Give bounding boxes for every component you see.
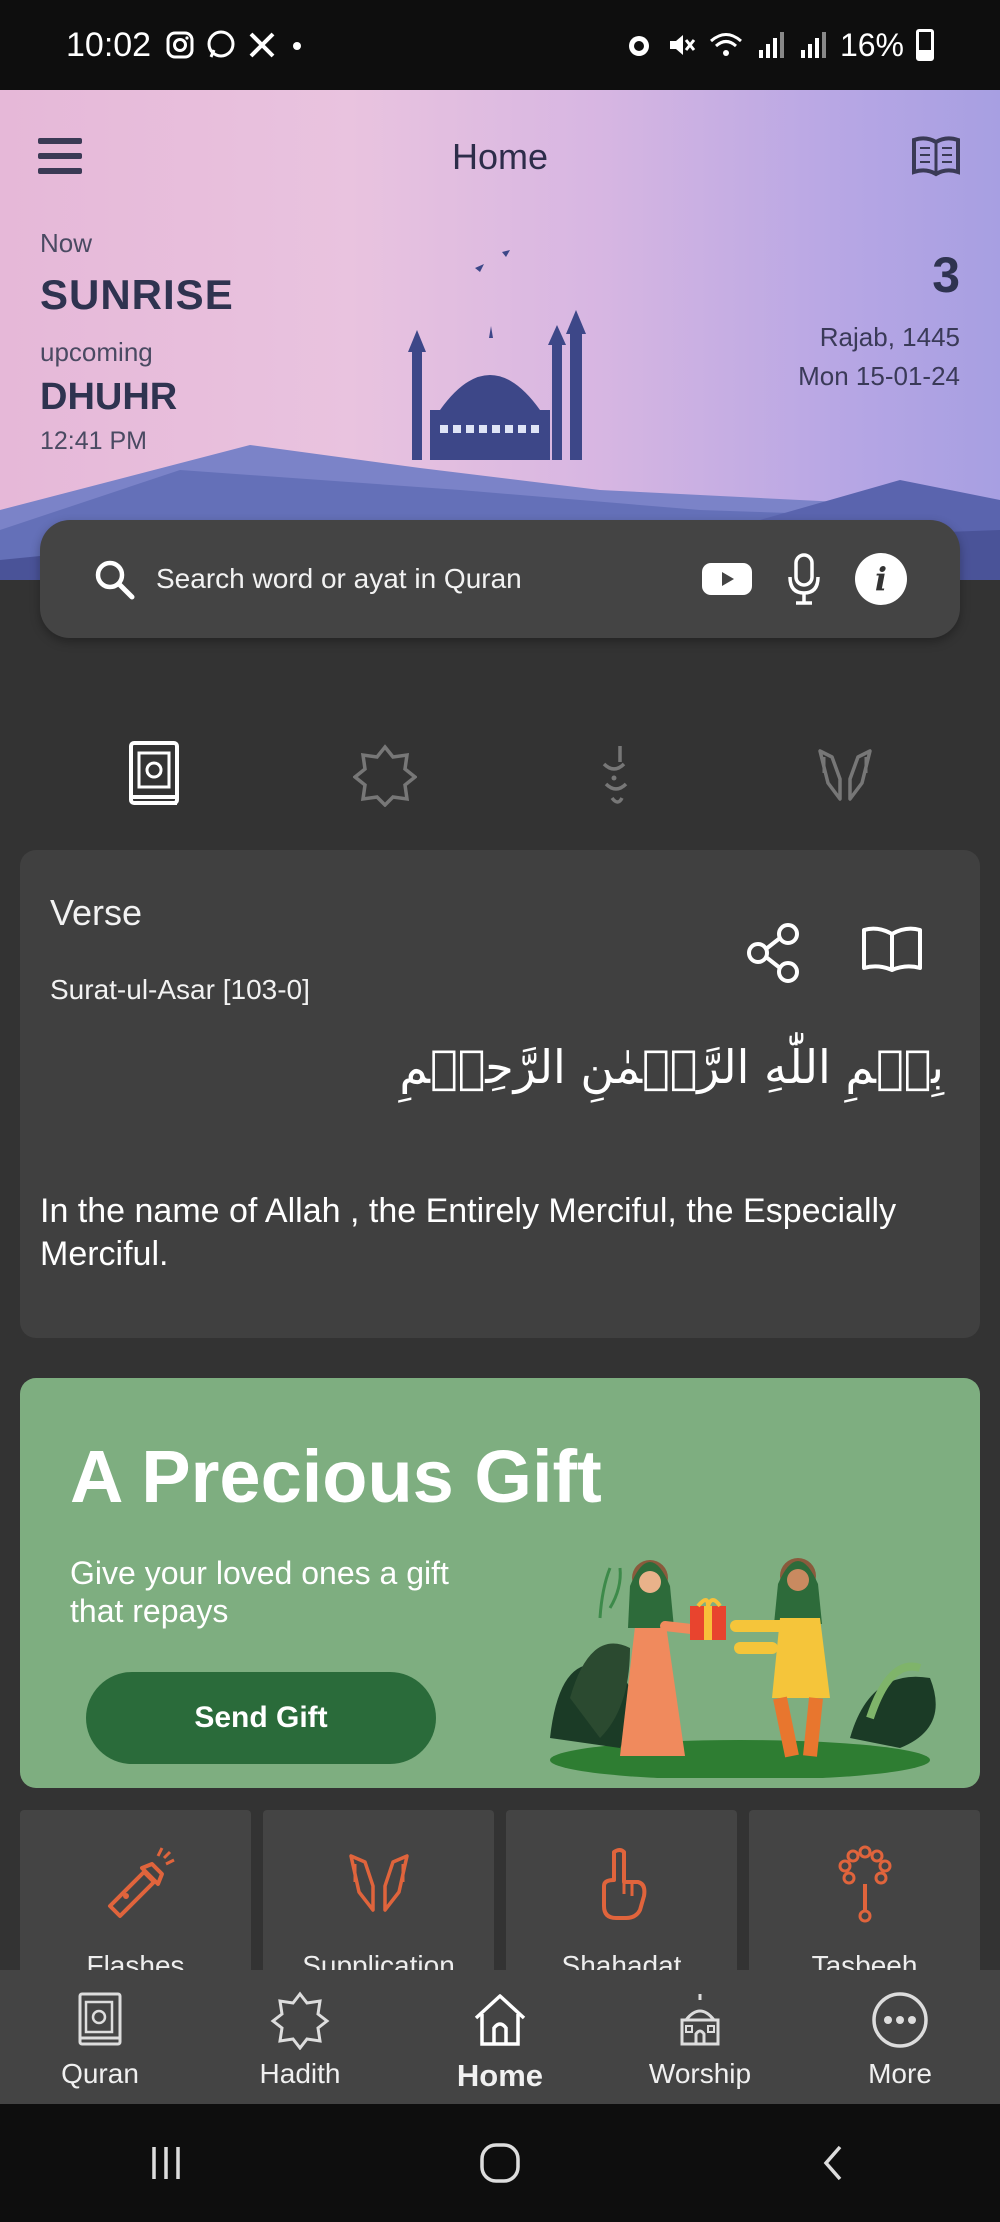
- mute-icon: [669, 35, 696, 55]
- tile-tasbeeh[interactable]: Tasbeeh: [749, 1810, 980, 1970]
- share-icon[interactable]: [744, 922, 804, 984]
- home-button-icon[interactable]: [476, 2139, 524, 2187]
- wifi-icon: [709, 33, 742, 56]
- arabic-letters-icon: [602, 746, 628, 804]
- instagram-icon: [166, 31, 194, 59]
- hijri-month-year: Rajab, 1445: [819, 322, 960, 352]
- verse-card: Verse Surat-ul-Asar [103-0] بِسۡمِ اللّٰ…: [20, 850, 980, 1338]
- signal-icon: [758, 32, 784, 58]
- page-title: Home: [451, 136, 549, 177]
- back-icon[interactable]: [812, 2141, 856, 2185]
- gregorian-date: Mon 15-01-24: [798, 361, 960, 391]
- tab-quran[interactable]: [105, 735, 205, 815]
- tile-label: Tasbeeh: [811, 1950, 918, 1970]
- tile-label: Flashes: [86, 1950, 185, 1970]
- status-time: 10:02: [66, 25, 152, 64]
- category-tabs: [0, 730, 1000, 820]
- quran-book-icon: [129, 741, 179, 805]
- verse-english: In the name of Allah , the Entirely Merc…: [40, 1192, 897, 1273]
- send-gift-button[interactable]: Send Gift: [86, 1672, 436, 1764]
- home-icon: [474, 1994, 526, 2046]
- prayer-beads-icon: [838, 1845, 891, 1923]
- whatsapp-icon: [207, 30, 235, 58]
- tile-label: Shahadat: [561, 1950, 682, 1970]
- svg-text:i: i: [875, 560, 887, 598]
- nav-label: Quran: [61, 2058, 139, 2089]
- nav-home[interactable]: Home: [400, 1970, 600, 2104]
- nav-label: Home: [456, 2058, 544, 2093]
- status-bar: 10:02 16%: [0, 0, 1000, 90]
- verse-arabic: بِسۡمِ اللّٰهِ الرَّحۡمٰنِ الرَّحِيۡمِ: [399, 1040, 944, 1094]
- now-label: Now: [40, 228, 93, 258]
- recent-apps-icon[interactable]: [144, 2141, 188, 2185]
- open-book-icon[interactable]: [860, 922, 924, 974]
- tile-shahadat[interactable]: Shahadat: [506, 1810, 737, 1970]
- current-prayer: SUNRISE: [40, 271, 234, 318]
- nav-worship[interactable]: Worship: [600, 1970, 800, 2104]
- search-icon: [95, 560, 135, 600]
- tile-flashes[interactable]: Flashes: [20, 1810, 251, 1970]
- next-prayer: DHUHR: [40, 376, 178, 418]
- gift-subtitle: Give your loved ones a gift that repays: [70, 1555, 449, 1630]
- hijri-day: 3: [932, 247, 960, 303]
- nav-label: More: [868, 2058, 932, 2089]
- search-input[interactable]: Search word or ayat in Quran i: [40, 520, 960, 638]
- gift-banner: A Precious Gift Give your loved ones a g…: [20, 1378, 980, 1788]
- battery-icon: [916, 29, 934, 61]
- praying-hands-icon: [818, 749, 872, 801]
- nav-hadith[interactable]: Hadith: [200, 1970, 400, 2104]
- tile-label: Supplication: [302, 1950, 455, 1970]
- raised-finger-icon: [601, 1848, 646, 1920]
- search-placeholder: Search word or ayat in Quran: [156, 563, 522, 594]
- book-icon[interactable]: [908, 128, 964, 184]
- tab-arabic[interactable]: [565, 735, 665, 815]
- prayer-times: Now SUNRISE upcoming DHUHR 12:41 PM: [40, 228, 234, 456]
- signal-icon: [800, 32, 826, 58]
- info-icon[interactable]: i: [854, 552, 908, 606]
- quran-icon: [78, 1992, 122, 2046]
- youtube-icon[interactable]: [700, 559, 754, 599]
- nav-more[interactable]: More: [800, 1970, 1000, 2104]
- nav-label: Hadith: [259, 2058, 341, 2089]
- date-display: 3 Rajab, 1445 Mon 15-01-24: [798, 246, 960, 392]
- nav-quran[interactable]: Quran: [0, 1970, 200, 2104]
- tab-hadith[interactable]: [335, 735, 435, 815]
- next-prayer-time: 12:41 PM: [40, 427, 148, 455]
- flashlight-icon: [107, 1847, 175, 1918]
- gift-illustration: [550, 1558, 936, 1778]
- quick-tiles: Flashes Supplication Shahadat Tasbeeh: [20, 1810, 980, 1970]
- mosque-icon: [680, 1994, 720, 2046]
- x-icon: [249, 32, 275, 58]
- tile-supplication[interactable]: Supplication: [263, 1810, 494, 1970]
- battery-percent: 16%: [839, 26, 904, 63]
- more-icon: [872, 1992, 928, 2048]
- hadith-icon: [270, 1991, 330, 2050]
- bottom-nav: Quran Hadith Home Worship More: [0, 1970, 1000, 2104]
- dot-icon: [293, 42, 302, 50]
- tab-dua[interactable]: [795, 735, 895, 815]
- praying-hands-icon: [348, 1854, 409, 1912]
- system-nav-bar: [0, 2104, 1000, 2222]
- prayer-header: Home Now SUNRISE upcoming DHUHR 12:41 PM…: [0, 90, 1000, 580]
- nav-label: Worship: [648, 2058, 752, 2089]
- star-octagon-icon: [353, 744, 417, 807]
- microphone-icon[interactable]: [784, 551, 824, 607]
- upcoming-label: upcoming: [40, 337, 153, 367]
- gift-title: A Precious Gift: [70, 1435, 602, 1518]
- alarm-icon: [628, 36, 649, 56]
